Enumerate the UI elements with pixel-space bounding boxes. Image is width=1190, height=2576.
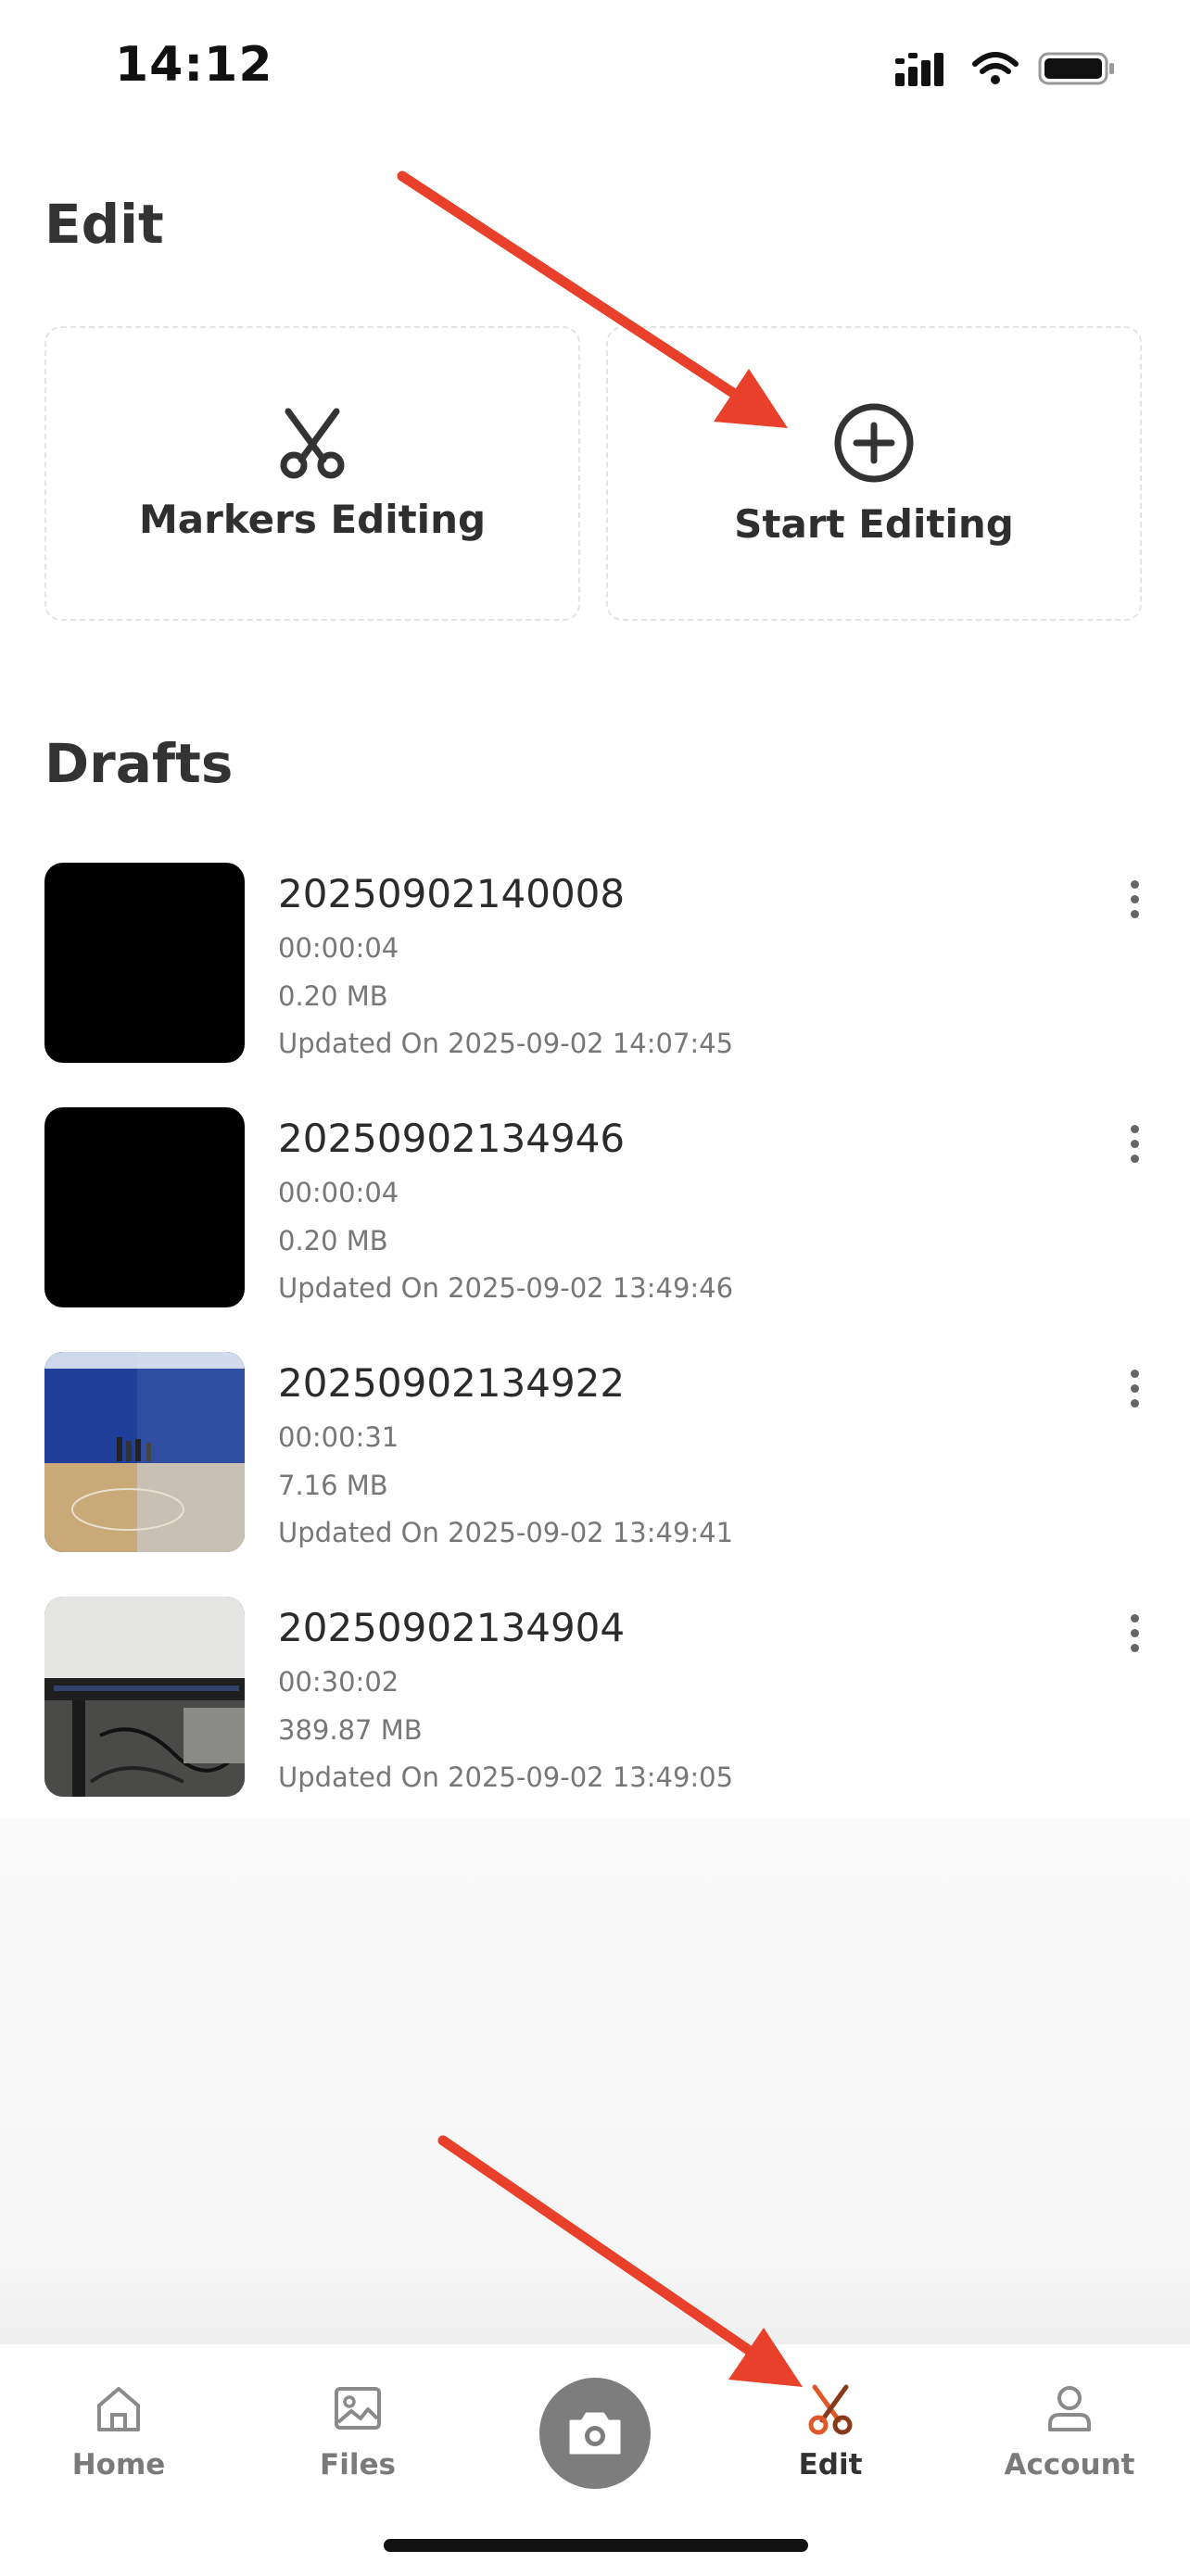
draft-duration: 00:00:31 — [278, 1421, 399, 1453]
more-options-icon[interactable] — [1112, 871, 1157, 927]
plus-circle-icon — [834, 403, 914, 482]
home-icon — [97, 2387, 140, 2431]
status-time: 14:12 — [115, 37, 273, 93]
status-bar: 14:12 — [0, 0, 1190, 139]
empty-area — [0, 1818, 1190, 2342]
tab-edit-label: Edit — [798, 2448, 863, 2481]
tab-edit[interactable]: Edit — [728, 2381, 932, 2481]
draft-duration: 00:00:04 — [278, 932, 399, 964]
scissors-icon — [280, 408, 345, 478]
draft-duration: 00:30:02 — [278, 1666, 399, 1698]
draft-thumbnail — [44, 1352, 245, 1552]
more-options-icon[interactable] — [1112, 1116, 1157, 1171]
draft-updated: Updated On 2025-09-02 14:07:45 — [278, 1028, 734, 1059]
draft-item[interactable]: 20250902140008 00:00:04 0.20 MB Updated … — [0, 860, 1190, 1105]
draft-thumbnail — [44, 863, 245, 1063]
cellular-signal-icon — [895, 53, 943, 86]
draft-size: 389.87 MB — [278, 1714, 423, 1746]
draft-item[interactable]: 20250902134922 00:00:31 7.16 MB Updated … — [0, 1349, 1190, 1594]
camera-button[interactable] — [539, 2378, 651, 2489]
draft-name: 20250902140008 — [278, 871, 626, 916]
start-editing-label: Start Editing — [734, 500, 1014, 547]
tab-home-label: Home — [71, 2448, 166, 2481]
draft-name: 20250902134946 — [278, 1116, 626, 1161]
draft-thumbnail — [44, 1597, 245, 1797]
draft-updated: Updated On 2025-09-02 13:49:41 — [278, 1517, 734, 1548]
draft-thumbnail — [44, 1107, 245, 1307]
wifi-icon — [972, 52, 1019, 84]
drafts-title: Drafts — [44, 732, 234, 795]
start-editing-card[interactable]: Start Editing — [606, 326, 1142, 621]
user-icon — [1048, 2386, 1091, 2431]
image-icon — [335, 2387, 381, 2430]
tab-files-label: Files — [320, 2448, 396, 2481]
tab-account[interactable]: Account — [968, 2381, 1171, 2481]
draft-size: 7.16 MB — [278, 1470, 388, 1501]
page-title: Edit — [44, 193, 164, 256]
draft-name: 20250902134922 — [278, 1360, 626, 1406]
more-options-icon[interactable] — [1112, 1605, 1157, 1661]
home-indicator — [384, 2539, 808, 2552]
tab-account-label: Account — [1004, 2448, 1135, 2481]
status-icons — [895, 48, 1116, 89]
draft-updated: Updated On 2025-09-02 13:49:46 — [278, 1272, 734, 1304]
draft-list: 20250902140008 00:00:04 0.20 MB Updated … — [0, 860, 1190, 1838]
draft-item[interactable]: 20250902134904 00:30:02 389.87 MB Update… — [0, 1594, 1190, 1838]
draft-item[interactable]: 20250902134946 00:00:04 0.20 MB Updated … — [0, 1105, 1190, 1349]
tab-home[interactable]: Home — [17, 2381, 221, 2481]
tab-files[interactable]: Files — [256, 2381, 460, 2481]
draft-duration: 00:00:04 — [278, 1177, 399, 1208]
desk-monitor-thumbnail — [44, 1597, 245, 1797]
scissors-icon — [808, 2384, 853, 2435]
more-options-icon[interactable] — [1112, 1360, 1157, 1416]
draft-updated: Updated On 2025-09-02 13:49:05 — [278, 1762, 734, 1793]
gym-court-thumbnail — [44, 1352, 245, 1552]
markers-editing-card[interactable]: Markers Editing — [44, 326, 580, 621]
markers-editing-label: Markers Editing — [138, 496, 487, 542]
battery-icon — [1038, 52, 1114, 85]
draft-size: 0.20 MB — [278, 1225, 388, 1256]
draft-size: 0.20 MB — [278, 980, 388, 1012]
camera-icon — [569, 2412, 621, 2455]
draft-name: 20250902134904 — [278, 1605, 626, 1650]
